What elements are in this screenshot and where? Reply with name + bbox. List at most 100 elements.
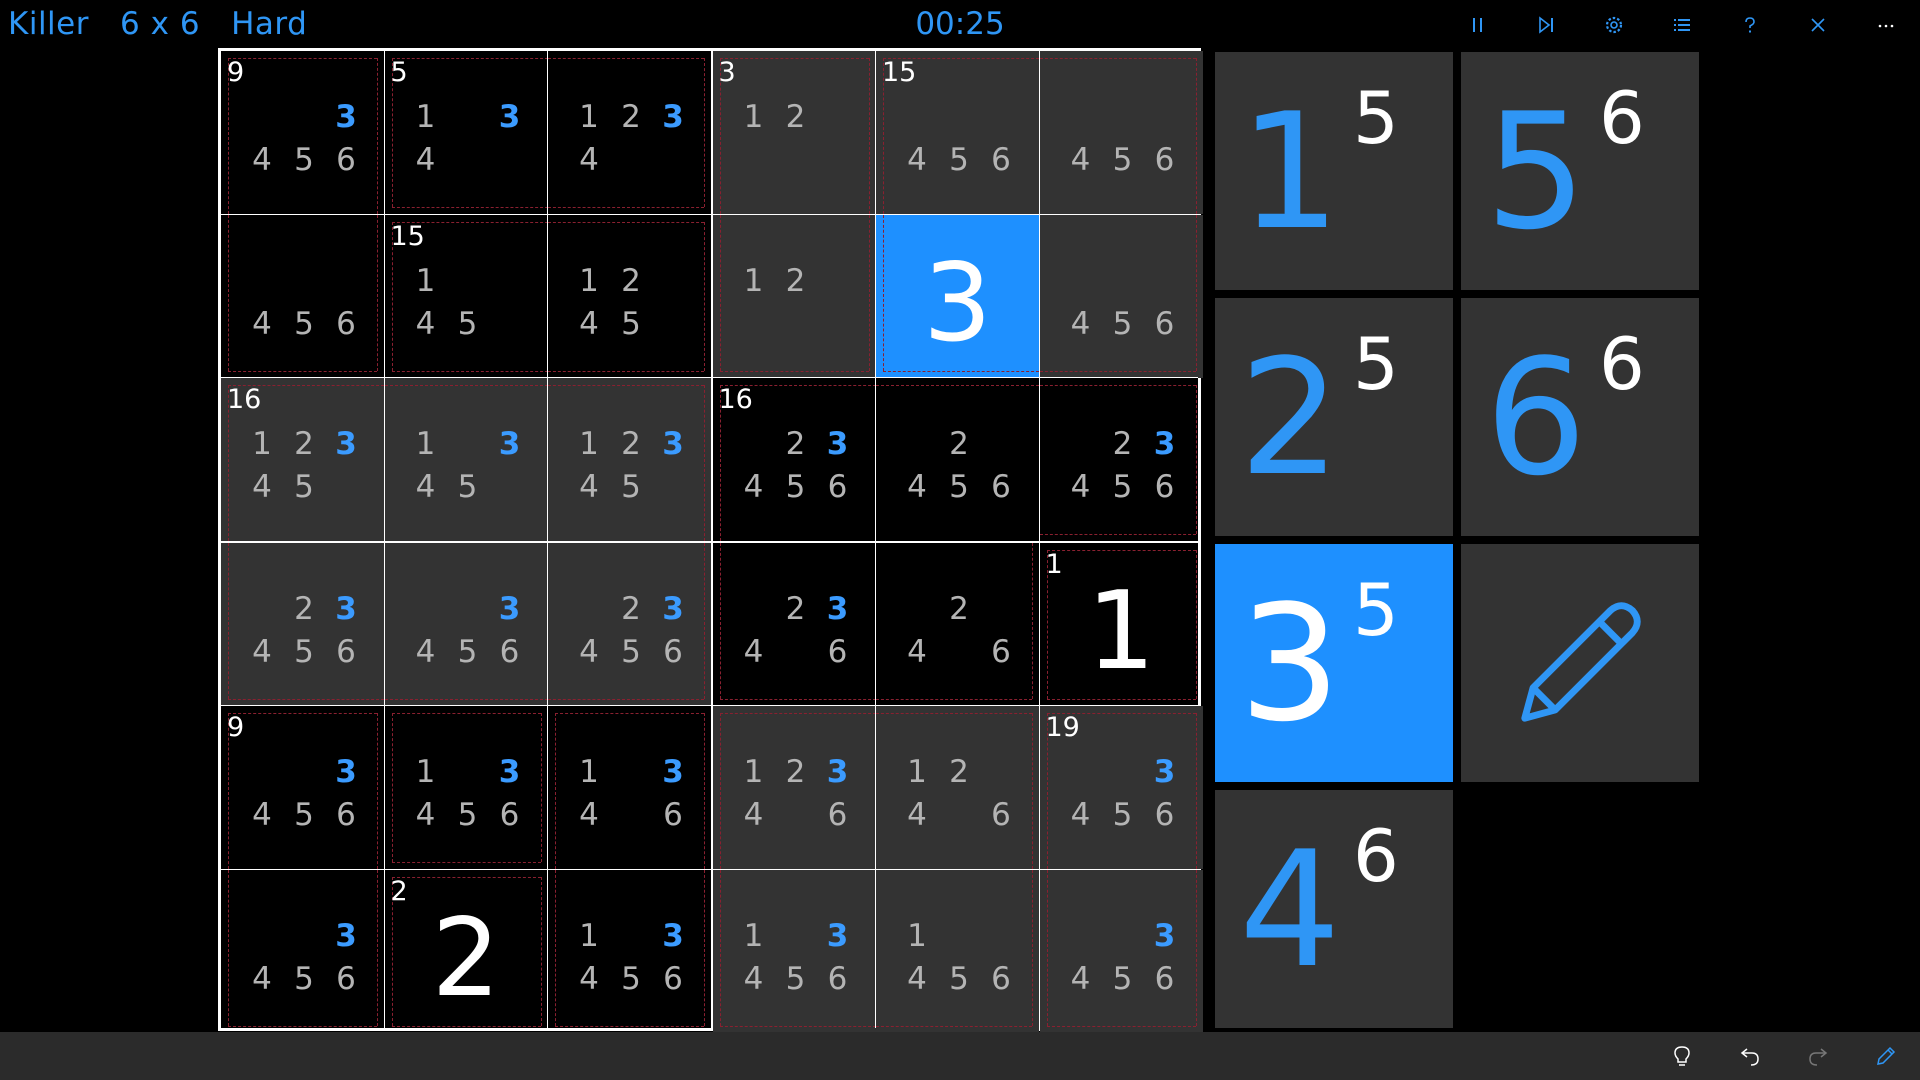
- number-pad-button-3[interactable]: 35: [1215, 544, 1453, 782]
- board-cell[interactable]: 15 1 4 5: [385, 215, 548, 378]
- pause-icon[interactable]: [1444, 0, 1512, 50]
- candidate-note: 1: [579, 426, 599, 462]
- cage-border: [391, 713, 541, 714]
- cage-border: [548, 207, 704, 208]
- board-cell[interactable]: 124 6: [876, 706, 1039, 869]
- undo-icon[interactable]: [1716, 1032, 1784, 1080]
- candidate-note: 1: [252, 426, 272, 462]
- number-pad-button-2[interactable]: 25: [1215, 298, 1453, 536]
- cage-border: [1032, 713, 1033, 869]
- candidate-note: 4: [1070, 142, 1091, 178]
- board-cell[interactable]: 456: [1039, 214, 1203, 378]
- settings-icon[interactable]: [1580, 0, 1648, 50]
- number-pad-button-1[interactable]: 15: [1215, 52, 1453, 290]
- board-cell[interactable]: 123 4 6: [712, 706, 876, 869]
- board-cell[interactable]: 2456: [876, 378, 1039, 541]
- board-cell[interactable]: 312: [712, 51, 876, 214]
- candidate-note: 6: [991, 142, 1011, 178]
- cage-border: [377, 214, 378, 371]
- cell-value: 1: [1086, 568, 1156, 694]
- cage-border: [1039, 534, 1196, 535]
- board-cell[interactable]: 51 3 4: [385, 51, 548, 214]
- board-cell[interactable]: 11: [1040, 543, 1203, 706]
- close-icon[interactable]: [1784, 0, 1852, 50]
- pencil-mode-button[interactable]: [1461, 544, 1699, 782]
- candidate-note: 5: [294, 305, 314, 342]
- cage-border: [704, 713, 705, 869]
- board-cell[interactable]: 16 2 3 4 5 6: [713, 378, 876, 541]
- board-cell[interactable]: 1 3 456: [712, 869, 876, 1033]
- candidate-note: 4: [252, 960, 272, 997]
- board-cell[interactable]: 19 3 4 5 6: [1039, 706, 1203, 869]
- cage-sum-label: 5: [390, 57, 408, 88]
- redo-icon[interactable]: [1784, 1032, 1852, 1080]
- board-cell[interactable]: 23 456: [1039, 378, 1203, 541]
- board-cell[interactable]: 9 3 456: [221, 51, 384, 214]
- cage-border: [1195, 58, 1197, 214]
- board-cell[interactable]: 9 3 456: [221, 706, 384, 869]
- candidate-note: 6: [336, 633, 356, 670]
- candidate-note: 4: [1070, 960, 1091, 997]
- board-cell[interactable]: 3: [876, 214, 1039, 378]
- board-cell[interactable]: 23 456: [221, 542, 384, 706]
- candidate-note: 1: [415, 754, 436, 790]
- board-cell[interactable]: 22: [385, 870, 548, 1033]
- board-cell[interactable]: 123 45: [548, 378, 711, 541]
- candidate-note: 5: [1112, 142, 1133, 178]
- cage-border: [1039, 385, 1196, 386]
- candidate-note: 3: [498, 99, 521, 135]
- board-cell[interactable]: 1245: [548, 215, 711, 378]
- edit-pen-icon[interactable]: [1852, 1032, 1920, 1080]
- candidate-note: 2: [621, 590, 641, 627]
- board-cell[interactable]: 16 1 2 3 4 5: [221, 378, 384, 541]
- board-cell[interactable]: 3 456: [221, 869, 384, 1033]
- grid-line: [221, 213, 1198, 215]
- number-pad-button-6[interactable]: 66: [1461, 298, 1699, 536]
- grid-line: [710, 51, 713, 1028]
- candidate-note: 4: [579, 797, 599, 833]
- board-cell[interactable]: 23 4 6: [713, 542, 876, 706]
- cage-border: [555, 713, 704, 714]
- cage-border: [704, 869, 705, 1026]
- board-cell[interactable]: 1 3 456: [385, 706, 548, 869]
- candidate-note: 2: [785, 754, 806, 790]
- cage-border: [719, 214, 721, 371]
- board-cell[interactable]: 456: [1039, 51, 1203, 214]
- candidate-note: 5: [949, 142, 969, 178]
- pad-count: 6: [1599, 322, 1645, 406]
- candidate-note: 4: [907, 797, 927, 833]
- board-cell[interactable]: 23 456: [548, 542, 711, 706]
- candidate-note: 6: [991, 469, 1011, 505]
- pad-count: 6: [1599, 76, 1645, 160]
- candidate-note: 4: [415, 633, 436, 670]
- cage-border: [540, 713, 542, 862]
- board-cell[interactable]: 1 3 45: [384, 378, 548, 541]
- help-icon[interactable]: [1716, 0, 1784, 50]
- cage-border: [704, 221, 705, 371]
- hint-bulb-icon[interactable]: [1648, 1032, 1716, 1080]
- more-icon[interactable]: [1852, 0, 1920, 50]
- board-cell[interactable]: 15 4 5 6: [876, 51, 1039, 214]
- number-pad-button-5[interactable]: 56: [1461, 52, 1699, 290]
- board-cell[interactable]: 3 456: [1039, 869, 1203, 1033]
- candidate-note: 4: [1070, 797, 1091, 833]
- list-icon[interactable]: [1648, 0, 1716, 50]
- candidate-note: 6: [991, 960, 1011, 997]
- board-cell[interactable]: 1 3 456: [548, 869, 711, 1033]
- cage-border: [228, 869, 229, 1026]
- candidate-note: 4: [579, 633, 599, 670]
- skip-next-icon[interactable]: [1512, 0, 1580, 50]
- board-cell[interactable]: 456: [221, 214, 384, 378]
- board-cell[interactable]: 12: [712, 214, 876, 378]
- sudoku-board: 9 3 4 5 6 5 1 3 4 1 2 3 4 3 1 2 15 4 5 6 4 5 6 4 5 6 15 1 4 5 1 2 4 5 1 2 3 4…: [218, 48, 1203, 1033]
- cage-border: [704, 58, 705, 207]
- board-cell[interactable]: 24 6: [876, 542, 1039, 706]
- board-cell[interactable]: 1 3 4 6: [548, 706, 711, 869]
- candidate-note: 1: [579, 99, 599, 135]
- cage-border: [555, 1025, 704, 1027]
- board-cell[interactable]: 123 4: [548, 51, 711, 214]
- board-cell[interactable]: 3 456: [384, 542, 548, 706]
- number-pad-button-4[interactable]: 46: [1215, 790, 1453, 1028]
- board-cell[interactable]: 1 456: [876, 869, 1039, 1033]
- candidate-note: 2: [785, 99, 806, 135]
